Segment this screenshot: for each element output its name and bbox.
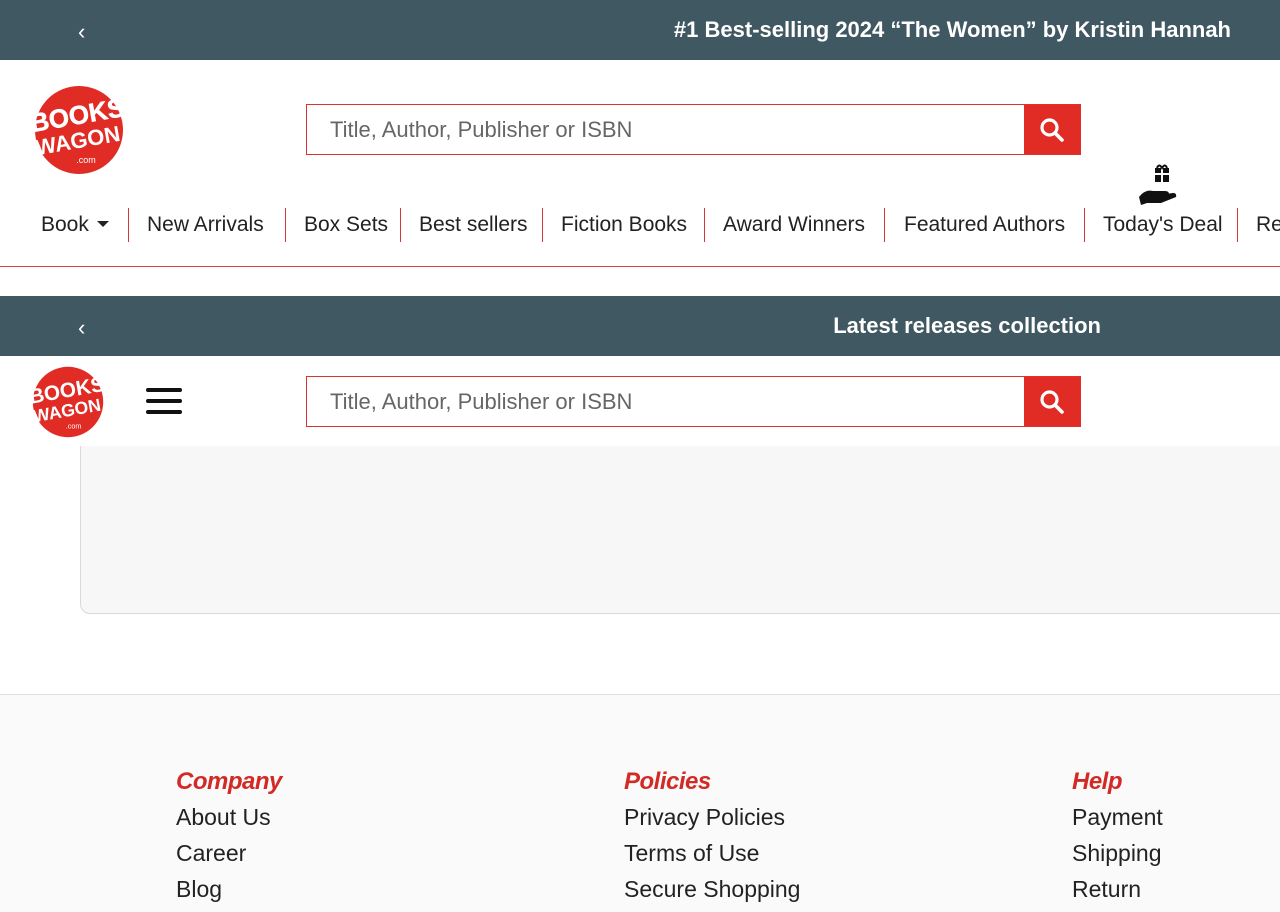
footer-link-payment[interactable]: Payment [1072, 799, 1163, 835]
nav-item-truncated[interactable]: Re [1256, 208, 1280, 242]
caret-down-icon [96, 220, 109, 227]
nav-divider-line [0, 266, 1280, 267]
bookswagon-logo[interactable]: BOOKS WAGON .com [24, 84, 134, 176]
footer-link-privacy-policies[interactable]: Privacy Policies [624, 799, 800, 835]
nav-item-award-winners[interactable]: Award Winners [723, 208, 865, 242]
nav-divider [400, 208, 401, 242]
search-button[interactable] [1024, 377, 1080, 426]
nav-divider [884, 208, 885, 242]
nav-divider [542, 208, 543, 242]
nav-divider [1084, 208, 1085, 242]
nav-item-featured-authors[interactable]: Featured Authors [904, 208, 1065, 242]
promo-bar-sticky: ‹ Latest releases collection [0, 296, 1280, 356]
nav-item-box-sets[interactable]: Box Sets [304, 208, 388, 242]
footer-heading: Help [1072, 768, 1123, 795]
footer-link-career[interactable]: Career [176, 835, 282, 871]
logo-text-line3: .com [76, 155, 96, 165]
search-icon [1040, 117, 1064, 142]
nav-divider [1237, 208, 1238, 242]
logo-text-line3: .com [66, 421, 82, 430]
footer-column-company: Company About Us Career Blog [176, 767, 282, 907]
footer-link-return[interactable]: Return [1072, 871, 1163, 907]
footer-column-help: Help Payment Shipping Return [1072, 767, 1163, 907]
search-bar [306, 104, 1081, 155]
search-icon [1040, 389, 1064, 414]
chevron-left-icon[interactable]: ‹ [78, 20, 98, 44]
footer-link-about-us[interactable]: About Us [176, 799, 282, 835]
main-nav: Book New Arrivals Box Sets Best sellers … [0, 208, 1280, 242]
nav-divider [704, 208, 705, 242]
chevron-left-icon[interactable]: ‹ [78, 316, 98, 340]
footer-link-shipping[interactable]: Shipping [1072, 835, 1163, 871]
footer-link-terms-of-use[interactable]: Terms of Use [624, 835, 800, 871]
nav-item-best-sellers[interactable]: Best sellers [419, 208, 528, 242]
promo-text[interactable]: #1 Best-selling 2024 “The Women” by Kris… [674, 0, 1231, 60]
promo-bar-top: ‹ #1 Best-selling 2024 “The Women” by Kr… [0, 0, 1280, 60]
nav-divider [128, 208, 129, 242]
nav-item-book[interactable]: Book [41, 208, 109, 242]
promo-text[interactable]: Latest releases collection [833, 296, 1101, 356]
nav-item-fiction-books[interactable]: Fiction Books [561, 208, 687, 242]
sticky-search-input[interactable] [307, 377, 1024, 426]
footer-heading: Company [176, 768, 282, 795]
menu-icon[interactable] [146, 388, 182, 414]
footer-link-secure-shopping[interactable]: Secure Shopping [624, 871, 800, 907]
footer-column-policies: Policies Privacy Policies Terms of Use S… [624, 767, 800, 907]
search-button[interactable] [1024, 105, 1080, 154]
content-panel [80, 446, 1280, 614]
nav-divider [285, 208, 286, 242]
footer-heading: Policies [624, 768, 711, 795]
sticky-search-bar [306, 376, 1081, 427]
bookswagon-logo-small[interactable]: BOOKS WAGON .com [24, 365, 112, 439]
footer-link-blog[interactable]: Blog [176, 871, 282, 907]
gift-hand-icon [1137, 163, 1179, 207]
nav-item-new-arrivals[interactable]: New Arrivals [147, 208, 264, 242]
search-input[interactable] [307, 105, 1024, 154]
footer: Company About Us Career Blog Policies Pr… [0, 694, 1280, 912]
nav-item-todays-deal[interactable]: Today's Deal [1103, 208, 1223, 242]
